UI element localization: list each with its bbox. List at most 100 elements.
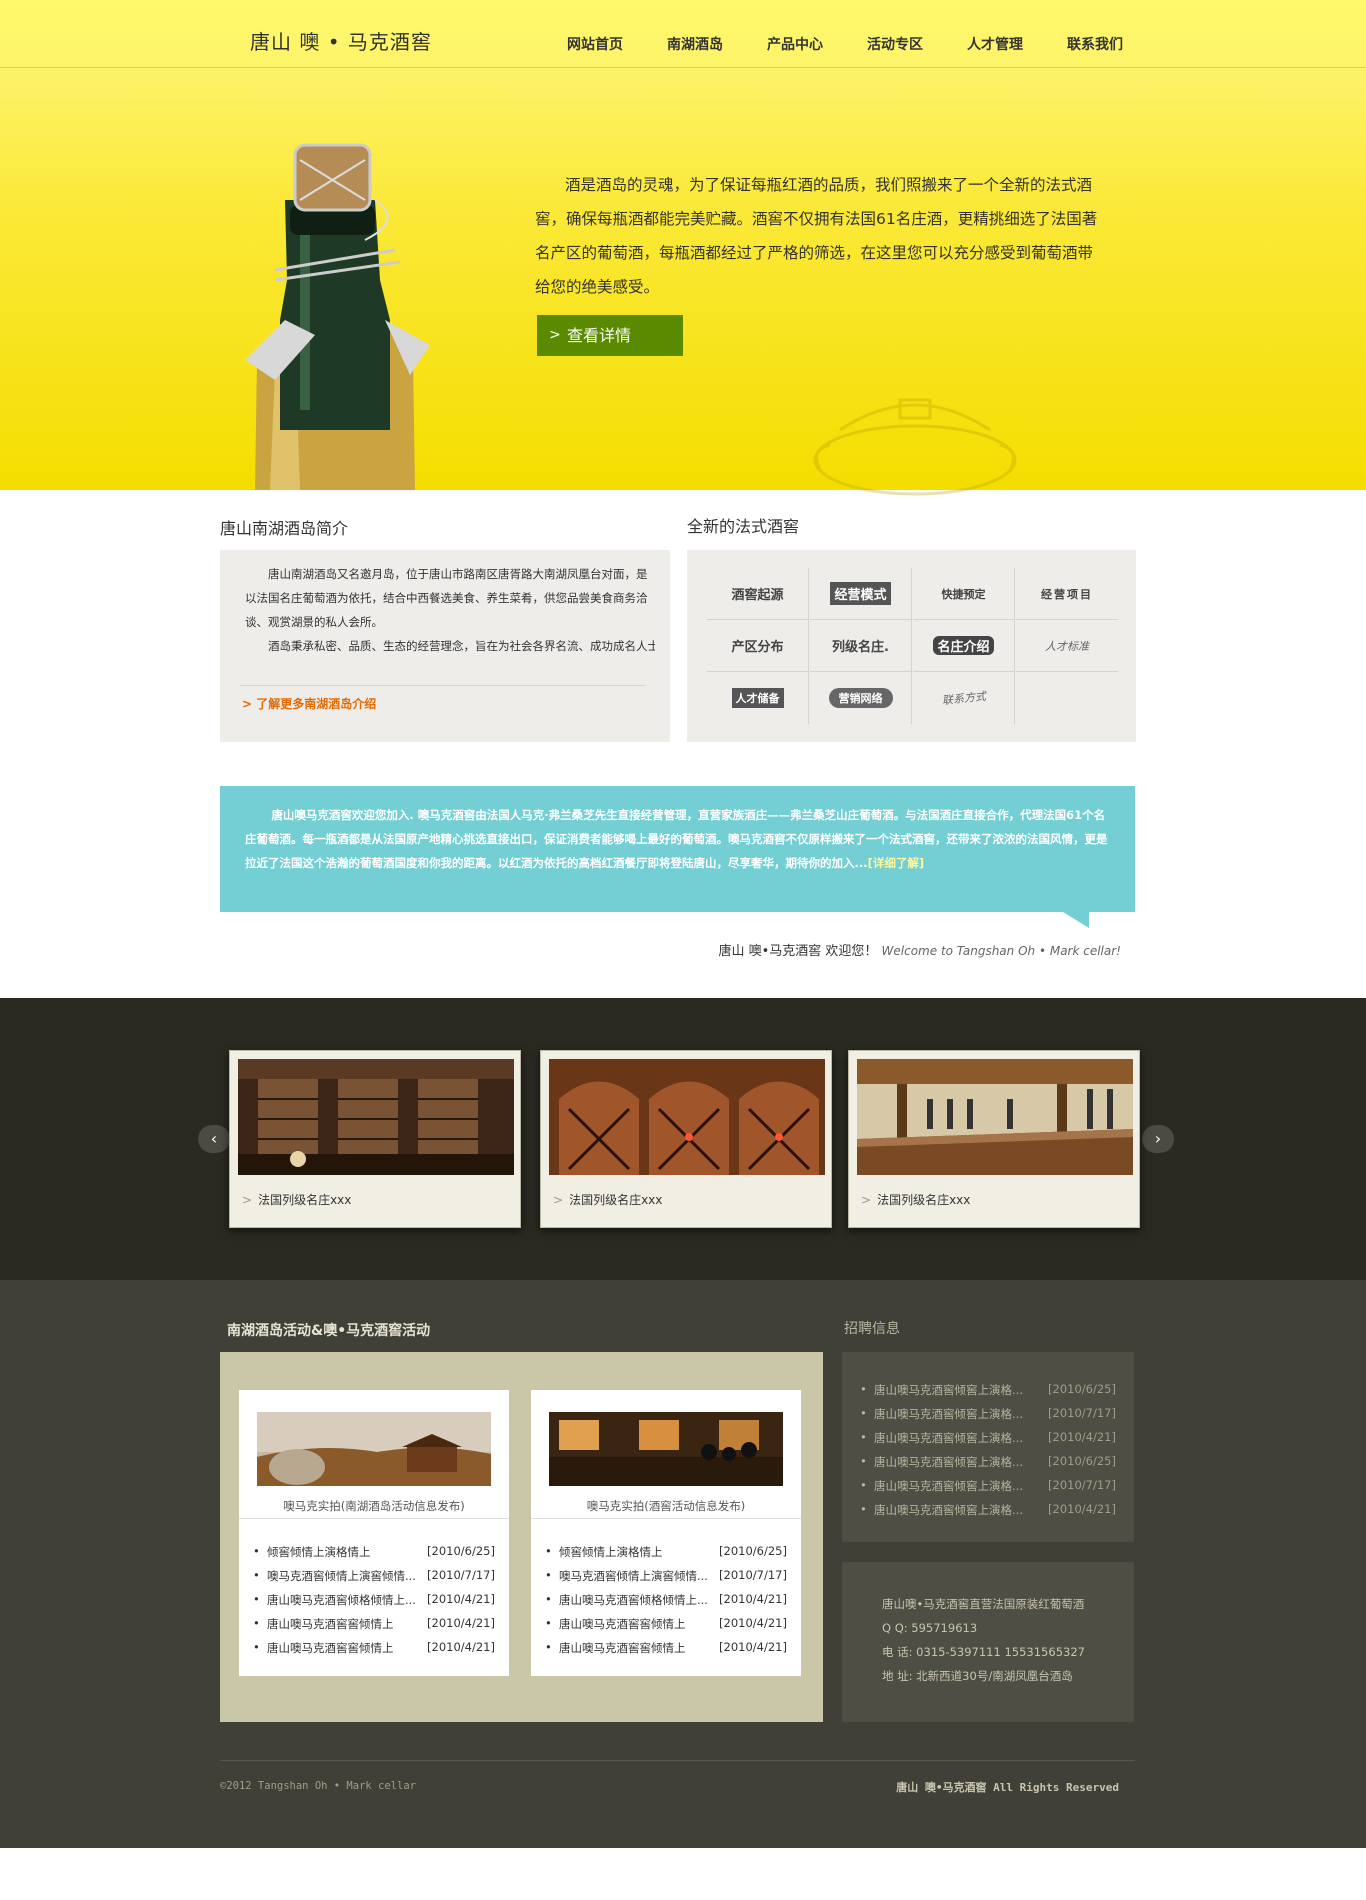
list-item[interactable]: • 唐山噢马克酒窖倾窖上演格... [2010/6/25] (860, 1378, 1120, 1402)
intro-divider (240, 685, 645, 686)
item-title: 唐山噢马克酒窖倾格倾情上... (559, 1593, 708, 1607)
activity-list: • 倾窖倾情上演格情上 [2010/6/25] • 噢马克酒窖倾情上演窖倾情... [2… (545, 1540, 791, 1660)
menu-estate-intro[interactable]: 名庄介绍 (913, 620, 1015, 672)
menu-quick-booking[interactable]: 快捷预定 (913, 568, 1015, 620)
champagne-bottle-image (245, 143, 430, 490)
list-item[interactable]: • 唐山噢马克酒窖倾窖上演格... [2010/6/25] (860, 1450, 1120, 1474)
intro-paragraph-1: 唐山南湖酒岛又名邀月岛，位于唐山市路南区唐胥路大南湖凤凰台对面，是以法国名庄葡萄… (245, 567, 648, 629)
welcome-signature: 唐山 噢•马克酒窖 欢迎您！ Welcome to Tangshan Oh • … (718, 940, 1121, 959)
bullet-icon: • (545, 1592, 552, 1606)
menu-label: 营销网络 (828, 688, 893, 708)
chevron-right-icon: > (242, 1193, 253, 1207)
item-date: [2010/4/21] (427, 1616, 495, 1630)
gallery-card[interactable]: > 法国列级名庄xxx (540, 1050, 832, 1228)
nav-products[interactable]: 产品中心 (745, 34, 845, 54)
nav-talent[interactable]: 人才管理 (945, 34, 1045, 54)
speech-tail (1063, 912, 1089, 928)
bullet-icon: • (253, 1616, 260, 1630)
nav-contact[interactable]: 联系我们 (1045, 34, 1145, 54)
item-date: [2010/4/21] (1048, 1430, 1116, 1444)
contact-company: 唐山噢•马克酒窖直营法国原装红葡萄酒 (882, 1597, 1085, 1611)
welcome-body: 唐山噢马克酒窖欢迎您加入. 噢马克酒窖由法国人马克·弗兰桑芝先生直接经营管理，直… (245, 808, 1108, 870)
list-item[interactable]: • 唐山噢马克酒窖窖倾情上 [2010/4/21] (545, 1612, 791, 1636)
nav-events[interactable]: 活动专区 (845, 34, 945, 54)
item-title: 噢马克酒窖倾情上演窖倾情... (267, 1569, 416, 1583)
item-title: 唐山噢马克酒窖倾窖上演格... (874, 1431, 1023, 1445)
bullet-icon: • (860, 1382, 867, 1396)
divider (239, 1518, 509, 1519)
cellar-menu-box: 酒窖起源 经营模式 快捷预定 经营项目 产区分布 列级名庄. 名庄介绍 人才标准… (687, 550, 1136, 742)
activity-card-caption[interactable]: 噢马克实拍(酒窖活动信息发布) (531, 1498, 801, 1514)
menu-talent-reserve[interactable]: 人才储备 (707, 672, 809, 724)
item-title: 唐山噢马克酒窖窖倾情上 (559, 1641, 686, 1655)
menu-label: 人才标准 (1045, 639, 1089, 653)
menu-classified-estates[interactable]: 列级名庄. (810, 620, 912, 672)
site-logo[interactable]: 唐山 噢 • 马克酒窖 (250, 26, 432, 55)
chevron-right-icon: > (549, 327, 561, 343)
nav-nanhu[interactable]: 南湖酒岛 (645, 34, 745, 54)
view-details-button[interactable]: > 查看详情 (537, 315, 683, 356)
item-date: [2010/4/21] (1048, 1502, 1116, 1516)
item-date: [2010/7/17] (1048, 1478, 1116, 1492)
gallery-caption-text: 法国列级名庄xxx (877, 1193, 971, 1207)
nav-home[interactable]: 网站首页 (545, 34, 645, 54)
item-title: 唐山噢马克酒窖窖倾情上 (267, 1641, 394, 1655)
gallery-card[interactable]: > 法国列级名庄xxx (848, 1050, 1140, 1228)
list-item[interactable]: • 唐山噢马克酒窖倾格倾情上... [2010/4/21] (545, 1588, 791, 1612)
item-title: 噢马克酒窖倾情上演窖倾情... (559, 1569, 708, 1583)
list-item[interactable]: • 唐山噢马克酒窖倾窖上演格... [2010/7/17] (860, 1402, 1120, 1426)
rights-reserved: 唐山 噢•马克酒窖 All Rights Reserved (896, 1781, 1119, 1794)
list-item[interactable]: • 倾窖倾情上演格情上 [2010/6/25] (545, 1540, 791, 1564)
list-item[interactable]: • 唐山噢马克酒窖倾窖上演格... [2010/4/21] (860, 1498, 1120, 1522)
list-item[interactable]: • 噢马克酒窖倾情上演窖倾情... [2010/7/17] (545, 1564, 791, 1588)
menu-business-model[interactable]: 经营模式 (810, 568, 912, 620)
cellar-event-photo[interactable] (549, 1412, 783, 1486)
gallery-caption: > 法国列级名庄xxx (861, 1191, 970, 1208)
item-title: 唐山噢马克酒窖倾窖上演格... (874, 1479, 1023, 1493)
brand-watermark (813, 398, 1017, 496)
contact-address: 地 址: 北新西道30号/南湖凤凰台酒岛 (882, 1669, 1073, 1683)
menu-marketing-network[interactable]: 营销网络 (810, 672, 912, 724)
list-item[interactable]: • 唐山噢马克酒窖倾窖上演格... [2010/4/21] (860, 1426, 1120, 1450)
list-item[interactable]: • 唐山噢马克酒窖倾格倾情上... [2010/4/21] (253, 1588, 499, 1612)
list-item[interactable]: • 噢马克酒窖倾情上演窖倾情... [2010/7/17] (253, 1564, 499, 1588)
item-date: [2010/6/25] (1048, 1454, 1116, 1468)
welcome-cn: 唐山 噢•马克酒窖 欢迎您！ (718, 944, 878, 959)
list-item[interactable]: • 倾窖倾情上演格情上 [2010/6/25] (253, 1540, 499, 1564)
gallery-card[interactable]: > 法国列级名庄xxx (229, 1050, 521, 1228)
list-item[interactable]: • 唐山噢马克酒窖窖倾情上 [2010/4/21] (253, 1636, 499, 1660)
list-item[interactable]: • 唐山噢马克酒窖倾窖上演格... [2010/7/17] (860, 1474, 1120, 1498)
menu-business-items[interactable]: 经营项目 (1016, 568, 1118, 620)
contact-phone: 电 话: 0315-5397111 15531565327 (882, 1645, 1085, 1659)
intro-more-link[interactable]: > 了解更多南湖酒岛介绍 (242, 695, 376, 712)
gallery-next-button[interactable]: › (1142, 1125, 1174, 1153)
menu-cellar-origin[interactable]: 酒窖起源 (707, 568, 809, 620)
item-title: 唐山噢马克酒窖倾窖上演格... (874, 1503, 1023, 1517)
chevron-right-icon: > (553, 1193, 564, 1207)
menu-label: 快捷预定 (941, 587, 986, 601)
item-date: [2010/4/21] (719, 1640, 787, 1654)
item-title: 倾窖倾情上演格情上 (267, 1545, 371, 1559)
intro-section-title: 唐山南湖酒岛简介 (220, 519, 349, 538)
jobs-title: 招聘信息 (844, 1321, 900, 1337)
nanhu-island-photo[interactable] (257, 1412, 491, 1486)
jobs-panel: • 唐山噢马克酒窖倾窖上演格... [2010/6/25] • 唐山噢马克酒窖倾窖上演… (842, 1352, 1134, 1542)
bullet-icon: • (545, 1568, 552, 1582)
menu-label: 经营项目 (1041, 587, 1093, 601)
welcome-more-link[interactable]: [详细了解] (868, 856, 925, 870)
gallery-prev-button[interactable]: ‹ (198, 1125, 230, 1153)
bullet-icon: • (253, 1568, 260, 1582)
list-item[interactable]: • 唐山噢马克酒窖窖倾情上 [2010/4/21] (545, 1636, 791, 1660)
main-nav: 网站首页 南湖酒岛 产品中心 活动专区 人才管理 联系我们 (545, 34, 1145, 54)
menu-talent-standard[interactable]: 人才标准 (1016, 620, 1118, 672)
menu-region[interactable]: 产区分布 (707, 620, 809, 672)
item-title: 唐山噢马克酒窖倾窖上演格... (874, 1455, 1023, 1469)
item-date: [2010/4/21] (719, 1616, 787, 1630)
item-date: [2010/6/25] (1048, 1382, 1116, 1396)
menu-contact-method[interactable]: 联系方式 (913, 672, 1015, 724)
footer-divider (220, 1760, 1135, 1761)
activity-card-caption[interactable]: 噢马克实拍(南湖酒岛活动信息发布) (239, 1498, 509, 1514)
bullet-icon: • (253, 1544, 260, 1558)
item-title: 唐山噢马克酒窖倾窖上演格... (874, 1407, 1023, 1421)
list-item[interactable]: • 唐山噢马克酒窖窖倾情上 [2010/4/21] (253, 1612, 499, 1636)
